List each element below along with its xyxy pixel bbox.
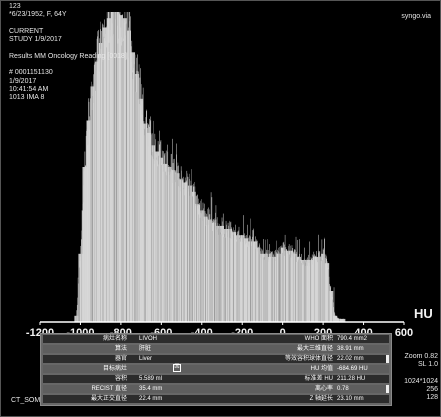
info-label: RECIST 直径 xyxy=(91,386,127,392)
lesion-info-panel[interactable]: 病灶名称 LIVOH WHO 面积 790.4 mm2 算法 肝脏 最大三维直径… xyxy=(40,333,392,406)
matrix-label: 1024*1024 xyxy=(404,377,438,385)
info-value: -684.69 HU xyxy=(337,366,368,372)
info-label: 离心率 xyxy=(314,386,333,392)
window-width-label: 256 xyxy=(426,386,438,394)
checkbox-checked-icon: ☒ xyxy=(173,364,181,372)
window-center-label: 128 xyxy=(426,394,438,402)
x-axis-unit: HU xyxy=(414,306,433,321)
info-label: 容积 xyxy=(114,376,127,382)
info-row: 器官 Liver 等效容积球体直径 22.02 mm xyxy=(43,355,389,363)
row-selection-marker xyxy=(386,355,389,363)
overlay-line xyxy=(404,370,438,378)
view-params-overlay: Zoom 0.82 SL 1.0 1024*1024 256 128 xyxy=(404,353,438,403)
info-row: 最大正交直径 22.4 mm Z 轴延长 23.10 mm xyxy=(43,395,389,403)
info-value: 23.10 mm xyxy=(337,396,364,402)
overlay-line: 123 xyxy=(9,3,21,10)
overlay-line xyxy=(9,44,127,52)
info-label: Z 轴延长 xyxy=(309,396,333,402)
overlay-line xyxy=(9,61,127,69)
info-value: Liver xyxy=(139,356,153,362)
info-value: 5.589 ml xyxy=(139,376,163,382)
info-row: 病灶名称 LIVOH WHO 面积 790.4 mm2 xyxy=(43,335,389,343)
info-row: RECIST 直径 35.4 mm 离心率 0.78 xyxy=(43,385,389,393)
overlay-line: 10:41:54 AM xyxy=(9,85,49,93)
row-selection-marker xyxy=(386,385,389,393)
info-value: LIVOH xyxy=(139,336,158,342)
overlay-line: 1/9/2017 xyxy=(9,77,37,85)
info-value: 22.4 mm xyxy=(139,396,163,402)
app-brand-label: syngo.via xyxy=(401,13,431,20)
info-value: 211.28 HU xyxy=(337,376,366,382)
overlay-line xyxy=(9,20,127,28)
info-row: 容积 5.589 ml 标准差 HU 211.28 HU xyxy=(43,375,389,383)
overlay-line: *6/23/1952, F, 64Y xyxy=(9,11,67,19)
info-value: 0.78 xyxy=(337,386,349,392)
slice-label: SL 1.0 xyxy=(418,361,438,369)
info-value: 38.91 mm xyxy=(337,346,364,352)
overlay-line: 1013 IMA 8 xyxy=(9,94,45,102)
info-value: 肝脏 xyxy=(139,346,152,352)
info-label: 标准差 HU xyxy=(304,376,333,382)
info-label: 病灶名称 xyxy=(102,336,127,342)
info-label: WHO 面积 xyxy=(304,336,333,342)
overlay-line: Results MM Oncology Reading [0018] xyxy=(9,52,127,60)
info-label: 最大正交直径 xyxy=(90,396,127,402)
info-row: 算法 肝脏 最大三维直径 38.91 mm xyxy=(43,345,389,353)
info-label: HU 均值 xyxy=(310,366,333,372)
zoom-label: Zoom 0.82 xyxy=(404,353,438,360)
info-row: 目标病灶 ☒ HU 均值 -684.69 HU xyxy=(43,364,389,373)
info-label: 最大三维直径 xyxy=(296,346,333,352)
x-tick-label: 600 xyxy=(395,327,413,339)
info-value: 790.4 mm2 xyxy=(337,336,368,342)
info-label: 器官 xyxy=(114,356,127,362)
info-label: 等效容积球体直径 xyxy=(284,356,333,362)
info-value: 22.02 mm xyxy=(337,356,364,362)
info-label: 目标病灶 xyxy=(102,366,127,372)
info-label: 算法 xyxy=(114,346,127,352)
overlay-line: # 0001151130 xyxy=(9,69,53,77)
overlay-line: CURRENT xyxy=(9,27,44,35)
patient-info-overlay: 123 *6/23/1952, F, 64Y CURRENT STUDY 1/9… xyxy=(9,3,127,103)
info-value: 35.4 mm xyxy=(139,386,163,392)
overlay-line: STUDY 1/9/2017 xyxy=(9,36,62,44)
